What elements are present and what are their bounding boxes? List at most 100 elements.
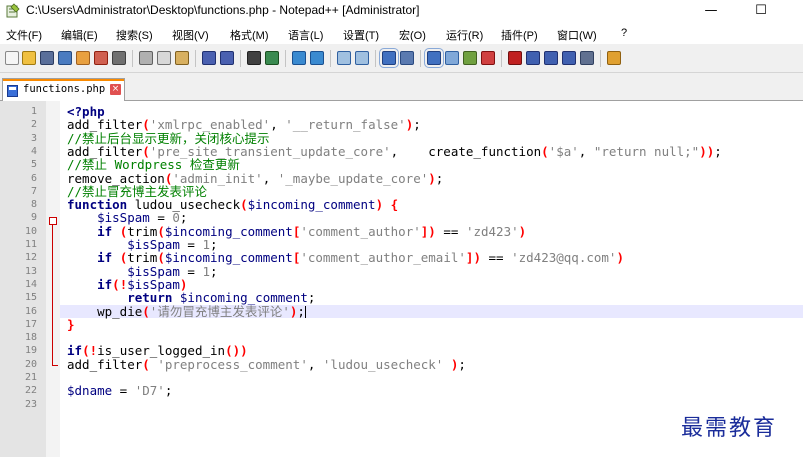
print-icon[interactable] <box>112 51 126 65</box>
stop-macro-icon[interactable] <box>526 51 540 65</box>
tab-bar: functions.php × <box>0 73 803 101</box>
code-text: == <box>435 223 466 239</box>
code-line[interactable]: wp_die('请勿冒充博主发表评论'); <box>67 303 306 319</box>
code-string: '$a' <box>548 143 579 159</box>
show-all-characters-icon[interactable] <box>400 51 414 65</box>
menu-search[interactable]: 搜索(S) <box>116 27 153 43</box>
code-string: "return null;" <box>593 143 700 159</box>
menu-settings[interactable]: 设置(T) <box>343 27 379 43</box>
run-macro-multiple-icon[interactable] <box>562 51 576 65</box>
code-text: = <box>112 383 135 399</box>
code-line[interactable]: add_filter( 'preprocess_comment', 'ludou… <box>67 358 466 371</box>
paste-icon[interactable] <box>175 51 189 65</box>
function-list-icon[interactable] <box>481 51 495 65</box>
menu-language[interactable]: 语言(L) <box>288 27 323 43</box>
document-map-icon[interactable] <box>463 51 477 65</box>
line-number: 1 <box>30 106 37 117</box>
code-line[interactable]: if (trim($incoming_comment['comment_auth… <box>67 251 624 264</box>
code-line[interactable]: $isSpam = 0; <box>67 211 187 224</box>
code-string: 'preprocess_comment' <box>157 356 308 372</box>
indent-guide-icon[interactable] <box>424 48 444 68</box>
minimize-button[interactable]: — <box>688 0 734 22</box>
menu-format[interactable]: 格式(M) <box>230 27 269 43</box>
code-text: , <box>307 356 323 372</box>
line-number: 19 <box>24 345 37 357</box>
save-icon[interactable] <box>40 51 54 65</box>
code-line[interactable]: //禁止 Wordpress 检查更新 <box>67 158 240 171</box>
code-operator: ) <box>375 197 384 213</box>
code-operator: { <box>390 197 399 213</box>
toolbar-separator <box>330 50 331 67</box>
tab-functions-php[interactable]: functions.php × <box>2 78 125 101</box>
line-number: 5 <box>30 159 37 171</box>
code-line[interactable]: if (trim($incoming_comment['comment_auth… <box>67 225 526 238</box>
line-number: 10 <box>24 225 37 237</box>
word-wrap-icon[interactable] <box>379 48 399 68</box>
code-text: , <box>270 117 286 133</box>
code-operator: ( <box>240 197 248 213</box>
menu-macro[interactable]: 宏(O) <box>399 27 426 43</box>
fold-margin <box>46 101 60 457</box>
code-string: 'zd423@qq.com' <box>511 250 617 266</box>
close-file-icon[interactable] <box>76 51 90 65</box>
open-file-icon[interactable] <box>22 51 36 65</box>
code-line[interactable]: function ludou_usecheck($incoming_commen… <box>67 198 398 211</box>
code-string: '请勿冒充博主发表评论' <box>149 303 290 319</box>
close-all-icon[interactable] <box>94 51 108 65</box>
zoom-in-icon[interactable] <box>292 51 306 65</box>
sync-vertical-icon[interactable] <box>337 51 351 65</box>
line-number: 12 <box>24 252 37 264</box>
line-number: 8 <box>30 199 37 211</box>
menu-help[interactable]: ? <box>621 27 627 39</box>
save-macro-icon[interactable] <box>580 51 594 65</box>
play-macro-icon[interactable] <box>544 51 558 65</box>
tab-label: functions.php <box>23 83 106 95</box>
menu-view[interactable]: 视图(V) <box>172 27 209 43</box>
code-line[interactable]: add_filter('pre_site_transient_update_co… <box>67 145 722 158</box>
code-text: ; <box>307 290 316 306</box>
code-line[interactable]: $isSpam = 1; <box>67 238 217 251</box>
code-line[interactable]: $isSpam = 1; <box>67 263 217 279</box>
code-line[interactable]: <?php <box>67 105 105 118</box>
maximize-button[interactable]: ☐ <box>738 0 784 22</box>
sync-horizontal-icon[interactable] <box>355 51 369 65</box>
fold-toggle-icon[interactable] <box>49 217 57 225</box>
code-line[interactable]: //禁止后台显示更新，关闭核心提示 <box>67 131 270 145</box>
close-tab-icon[interactable]: × <box>110 84 121 95</box>
code-text: ; <box>297 303 305 319</box>
code-string: '_maybe_update_core' <box>277 170 429 186</box>
find-icon[interactable] <box>247 51 261 65</box>
language-icon[interactable] <box>445 51 459 65</box>
code-line[interactable]: $dname = 'D7'; <box>67 384 172 397</box>
code-line[interactable]: remove_action('admin_init', '_maybe_upda… <box>67 170 443 186</box>
code-line[interactable]: //禁止冒充博主发表评论 <box>67 185 207 198</box>
menu-run[interactable]: 运行(R) <box>446 27 483 43</box>
code-operator: ]) <box>420 223 436 239</box>
plugin-icon[interactable] <box>607 51 621 65</box>
code-editor[interactable]: 1 <?php 2 add_filter('xmlrpc_enabled', '__r… <box>0 101 803 457</box>
code-string: 'ludou_usecheck' <box>322 356 444 372</box>
code-line[interactable]: if(!is_user_logged_in()) <box>67 344 248 357</box>
zoom-out-icon[interactable] <box>310 51 324 65</box>
save-all-icon[interactable] <box>58 51 72 65</box>
menu-window[interactable]: 窗口(W) <box>557 27 597 43</box>
code-string: 1 <box>202 263 211 279</box>
new-file-icon[interactable] <box>5 51 19 65</box>
text-caret <box>304 306 306 318</box>
code-line[interactable]: if(!$isSpam) <box>67 278 187 291</box>
copy-icon[interactable] <box>157 51 171 65</box>
code-string: 'comment_author_email' <box>300 250 466 266</box>
record-macro-icon[interactable] <box>508 51 522 65</box>
code-line[interactable]: add_filter('xmlrpc_enabled', '__return_f… <box>67 118 421 131</box>
undo-icon[interactable] <box>202 51 216 65</box>
code-line[interactable]: } <box>67 318 75 331</box>
menu-plugins[interactable]: 插件(P) <box>501 27 538 43</box>
redo-icon[interactable] <box>220 51 234 65</box>
menu-edit[interactable]: 编辑(E) <box>61 27 98 43</box>
cut-icon[interactable] <box>139 51 153 65</box>
replace-icon[interactable] <box>265 51 279 65</box>
code-line[interactable]: return $incoming_comment; <box>67 291 315 304</box>
menu-file[interactable]: 文件(F) <box>6 27 42 43</box>
toolbar-separator <box>420 50 421 67</box>
